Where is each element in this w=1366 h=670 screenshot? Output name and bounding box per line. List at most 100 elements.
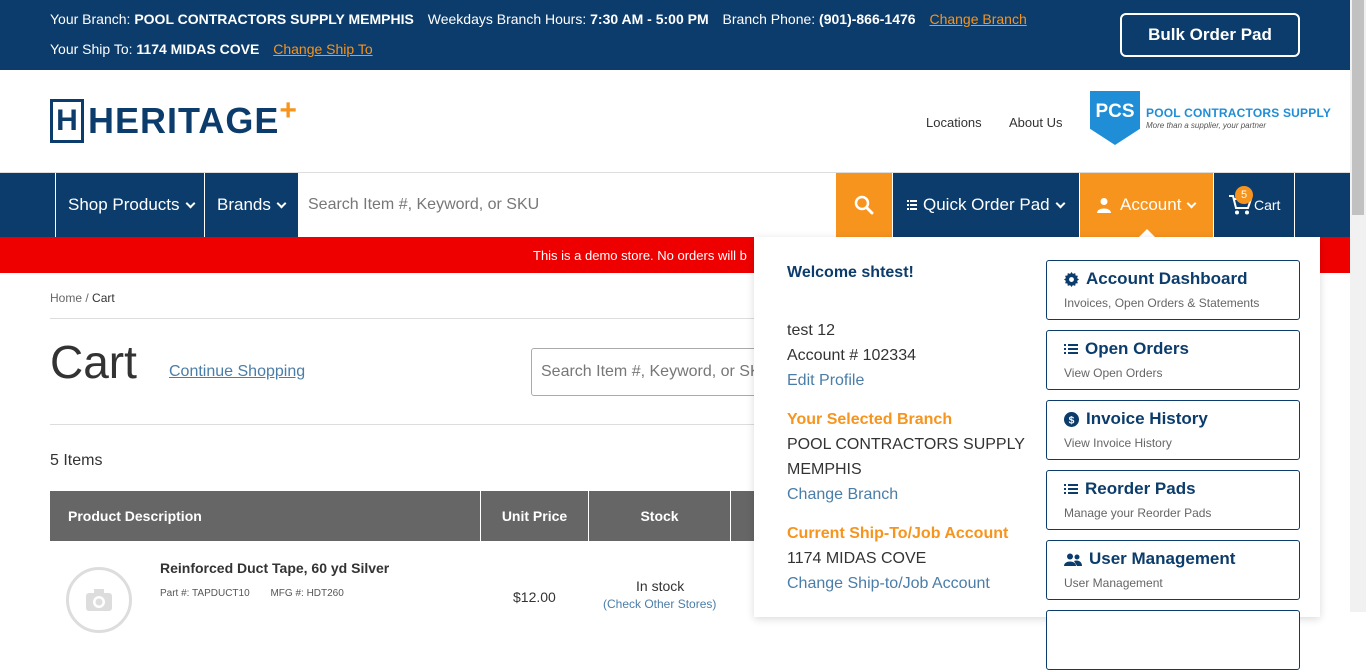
col-unit-price: Unit Price [481, 491, 589, 541]
change-shipto-link[interactable]: Change Ship To [273, 41, 372, 57]
card-title: Reorder Pads [1085, 479, 1196, 498]
dollar-circle-icon: $ [1064, 411, 1079, 427]
pcs-tagline: More than a supplier, your partner [1146, 121, 1267, 130]
phone-value: (901)-866-1476 [819, 11, 916, 27]
branch-label: Your Branch: [50, 11, 131, 27]
list-icon [1064, 344, 1078, 354]
more-card[interactable] [1046, 610, 1300, 670]
locations-link[interactable]: Locations [926, 115, 982, 130]
card-subtitle: View Open Orders [1064, 366, 1163, 380]
product-image-placeholder [66, 567, 132, 633]
change-shipto-job-link[interactable]: Change Ship-to/Job Account [787, 575, 990, 593]
shop-products-menu[interactable]: Shop Products [55, 173, 205, 237]
breadcrumb-home-link[interactable]: Home [50, 291, 82, 305]
camera-icon [86, 589, 112, 611]
branch-name-line2: MEMPHIS [787, 461, 862, 478]
edit-profile-link[interactable]: Edit Profile [787, 372, 864, 390]
check-other-stores-link[interactable]: (Check Other Stores) [603, 597, 716, 611]
quick-order-label: Quick Order Pad [923, 195, 1050, 214]
branch-name: POOL CONTRACTORS SUPPLY MEMPHIS [134, 11, 414, 27]
pcs-shield-icon: PCS [1090, 91, 1140, 145]
user-management-card[interactable]: User Management User Management [1046, 540, 1300, 600]
product-mfg-number: MFG #: HDT260 [270, 588, 344, 599]
dropdown-caret [1139, 229, 1155, 237]
pcs-logo[interactable]: PCS POOL CONTRACTORS SUPPLY More than a … [1090, 91, 1331, 145]
cart-link[interactable]: Cart [1213, 173, 1295, 237]
main-nav: Shop Products Brands Quick Order Pad Acc… [0, 173, 1350, 237]
selected-branch-heading: Your Selected Branch [787, 411, 953, 428]
heritage-logo[interactable]: H HERITAGE + [50, 94, 297, 143]
logo-text: HERITAGE [88, 100, 280, 141]
shipto-info-row: Your Ship To: 1174 MIDAS COVE Change Shi… [50, 41, 373, 57]
svg-text:$: $ [1069, 415, 1075, 426]
gear-icon [1064, 271, 1079, 287]
page-scrollbar[interactable] [1350, 0, 1366, 612]
hours-label: Weekdays Branch Hours: [427, 11, 587, 27]
breadcrumb: Home / Cart [50, 291, 115, 305]
change-branch-link[interactable]: Change Branch [929, 11, 1026, 27]
branch-info-row: Your Branch: POOL CONTRACTORS SUPPLY MEM… [50, 11, 1027, 27]
cart-table-header: Product Description Unit Price Stock [50, 491, 760, 541]
chevron-down-icon [1055, 198, 1066, 208]
search-icon [854, 195, 874, 215]
pcs-name: POOL CONTRACTORS SUPPLY [1146, 106, 1332, 120]
shipto-address: 1174 MIDAS COVE [787, 550, 927, 567]
nav-search-input[interactable] [298, 173, 836, 237]
account-dropdown: Welcome shtest! test 12 Account # 102334… [754, 237, 1320, 670]
brands-menu[interactable]: Brands [204, 173, 298, 237]
dropdown-change-branch-link[interactable]: Change Branch [787, 486, 898, 504]
reorder-pads-card[interactable]: Reorder Pads Manage your Reorder Pads [1046, 470, 1300, 530]
welcome-text: Welcome shtest! [787, 264, 914, 281]
chevron-down-icon [276, 198, 287, 208]
logo-mark: H [50, 99, 84, 143]
product-meta: Part #: TAPDUCT10 MFG #: HDT260 [160, 588, 362, 599]
shipto-label: Your Ship To: [50, 41, 133, 57]
user-icon [1097, 198, 1111, 213]
scrollbar-thumb[interactable] [1352, 0, 1364, 215]
items-count: 5 Items [50, 452, 103, 469]
account-menu[interactable]: Account [1079, 173, 1213, 237]
cart-search-input[interactable] [531, 348, 791, 396]
users-icon [1064, 553, 1082, 566]
card-subtitle: View Invoice History [1064, 436, 1172, 450]
bulk-order-pad-button[interactable]: Bulk Order Pad [1120, 13, 1300, 57]
list-icon [1064, 484, 1078, 494]
phone-label: Branch Phone: [722, 11, 816, 27]
brands-label: Brands [217, 195, 271, 214]
shipto-heading: Current Ship-To/Job Account [787, 525, 1009, 542]
col-product-description: Product Description [50, 491, 481, 541]
account-number: Account # 102334 [787, 347, 916, 364]
product-name-link[interactable]: Reinforced Duct Tape, 60 yd Silver [160, 560, 389, 576]
invoice-history-card[interactable]: $ Invoice History View Invoice History [1046, 400, 1300, 460]
chevron-down-icon [185, 198, 195, 208]
product-stock-status: In stock [636, 578, 685, 594]
card-title: Invoice History [1086, 409, 1208, 428]
account-dashboard-card[interactable]: Account Dashboard Invoices, Open Orders … [1046, 260, 1300, 320]
breadcrumb-current: Cart [92, 291, 115, 305]
logo-plus: + [279, 94, 297, 127]
user-name: test 12 [787, 322, 836, 339]
shipto-value: 1174 MIDAS COVE [136, 41, 260, 57]
branch-name-line1: POOL CONTRACTORS SUPPLY [787, 436, 1025, 453]
card-title: Open Orders [1085, 339, 1189, 358]
card-title: User Management [1089, 549, 1236, 568]
breadcrumb-separator: / [85, 291, 89, 305]
top-info-bar: Your Branch: POOL CONTRACTORS SUPPLY MEM… [0, 0, 1350, 70]
page-title: Cart [50, 336, 137, 388]
chevron-down-icon [1186, 198, 1197, 208]
continue-shopping-link[interactable]: Continue Shopping [169, 363, 305, 381]
banner-text: This is a demo store. No orders will b [533, 247, 747, 263]
account-label: Account [1120, 195, 1182, 214]
card-subtitle: Manage your Reorder Pads [1064, 506, 1212, 520]
col-stock: Stock [589, 491, 731, 541]
shop-products-label: Shop Products [68, 195, 180, 214]
list-icon [907, 200, 917, 210]
open-orders-card[interactable]: Open Orders View Open Orders [1046, 330, 1300, 390]
quick-order-pad-menu[interactable]: Quick Order Pad [892, 173, 1079, 237]
card-title: Account Dashboard [1086, 269, 1248, 288]
about-us-link[interactable]: About Us [1009, 115, 1062, 130]
product-part-number: Part #: TAPDUCT10 [160, 588, 250, 599]
search-button[interactable] [836, 173, 892, 237]
cart-label: Cart [1254, 197, 1281, 213]
card-subtitle: Invoices, Open Orders & Statements [1064, 296, 1260, 310]
